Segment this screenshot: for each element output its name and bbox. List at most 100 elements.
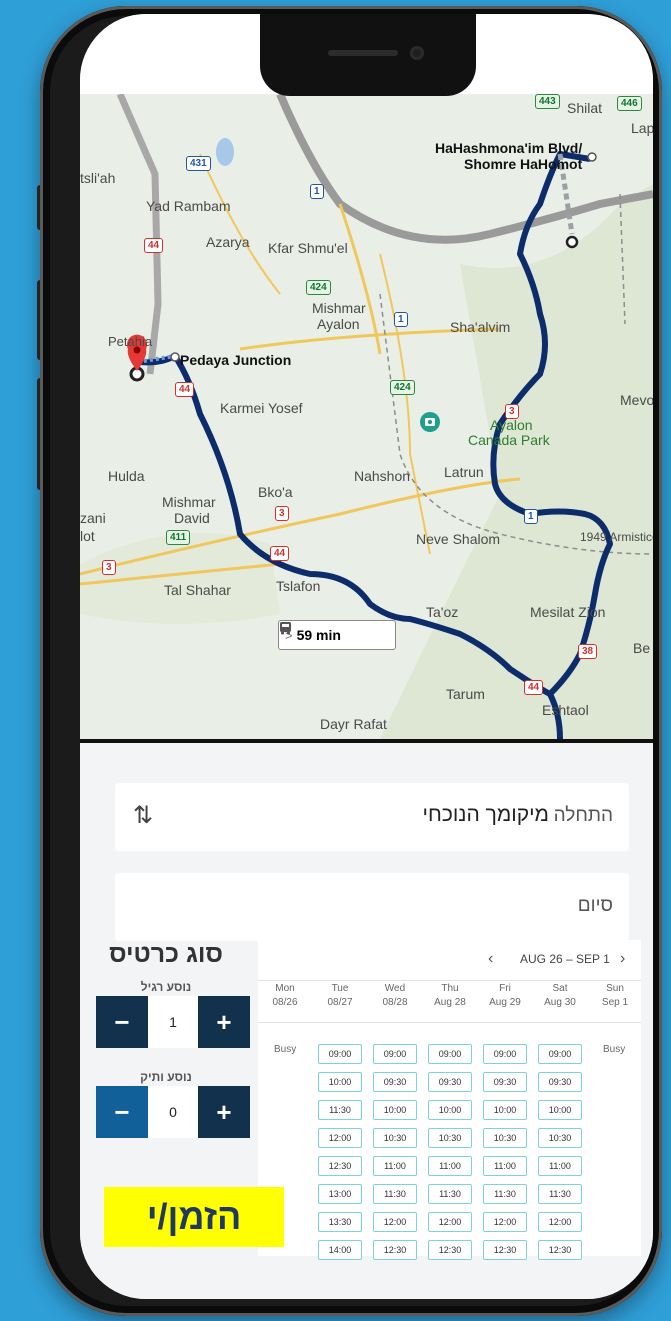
time-slot[interactable]: 09:00 [538, 1044, 582, 1064]
time-slot[interactable]: 09:00 [483, 1044, 527, 1064]
map-label-petahia: Petahia [108, 334, 153, 349]
notch [260, 14, 476, 96]
time-slot[interactable]: 11:00 [373, 1156, 417, 1176]
start-location-field[interactable]: ⇅ מיקומך הנוכחי התחלה [115, 783, 629, 851]
time-slot[interactable]: 10:30 [428, 1128, 472, 1148]
route-shield-411: 411 [166, 530, 191, 545]
time-slot[interactable]: 12:30 [318, 1156, 362, 1176]
map-label-tarum: Tarum [446, 686, 485, 702]
map-label-tsliah: tsli'ah [80, 170, 116, 186]
time-slot[interactable]: 10:30 [483, 1128, 527, 1148]
calendar-prev-button[interactable]: ‹ [488, 950, 493, 968]
time-slot[interactable]: 12:30 [373, 1240, 417, 1260]
regular-passenger-label: נוסע רגיל [140, 980, 192, 994]
map-label-shilat: Shilat [567, 100, 603, 116]
map-label-kfar-shmuel: Kfar Shmu'el [268, 240, 348, 256]
start-location-value: מיקומך הנוכחי [422, 803, 549, 826]
time-slot[interactable]: 10:30 [538, 1128, 582, 1148]
map-label-latrun: Latrun [444, 464, 484, 480]
time-slot[interactable]: 11:30 [318, 1100, 362, 1120]
ticket-type-title: סוג כרטיס [109, 940, 223, 968]
speaker [328, 50, 398, 56]
regular-passenger-stepper: − 1 + [96, 996, 250, 1048]
map-label-lap: Lap [631, 120, 653, 136]
time-slot[interactable]: 12:00 [483, 1212, 527, 1232]
senior-plus-button[interactable]: + [198, 1086, 250, 1138]
regular-minus-button[interactable]: − [96, 996, 148, 1048]
map-label-neve-shalom: Neve Shalom [416, 531, 501, 547]
time-slot[interactable]: 11:30 [428, 1184, 472, 1204]
senior-passenger-count[interactable]: 0 [148, 1086, 198, 1138]
route-shield-44-d: 44 [524, 680, 544, 695]
route-map[interactable]: 443 Shilat 446 Lap HaHashmona'im Blvd/ S… [80, 94, 653, 739]
time-slot[interactable]: 14:00 [318, 1240, 362, 1260]
time-slot[interactable]: 09:30 [538, 1072, 582, 1092]
regular-plus-button[interactable]: + [198, 996, 250, 1048]
route-shield-1-b: 1 [394, 312, 408, 327]
time-slot[interactable]: 11:30 [538, 1184, 582, 1204]
map-label-nahshon: Nahshon [354, 468, 411, 484]
map-label-mesilat-zion: Mesilat Zion [530, 604, 606, 620]
route-shield-424-b: 424 [390, 380, 415, 395]
time-slot[interactable]: 12:30 [428, 1240, 472, 1260]
time-slot[interactable]: 13:00 [318, 1184, 362, 1204]
swap-direction-icon[interactable]: ⇅ [133, 801, 153, 830]
route-shield-1-a: 1 [310, 184, 324, 199]
time-slot[interactable]: 13:30 [318, 1212, 362, 1232]
map-label-ayalon: Ayalon [490, 417, 533, 433]
trip-duration-badge[interactable]: > 59 min [278, 620, 396, 650]
time-slot[interactable]: 12:00 [373, 1212, 417, 1232]
time-slot[interactable]: 09:30 [428, 1072, 472, 1092]
time-slot[interactable]: 10:00 [483, 1100, 527, 1120]
route-shield-1-c: 1 [524, 509, 538, 524]
calendar-header: ‹ AUG 26 – SEP 1 › [258, 940, 641, 980]
day-header-sun: Sun Sep 1 [601, 983, 629, 1008]
time-slot[interactable]: 12:30 [538, 1240, 582, 1260]
route-shield-446: 446 [617, 96, 642, 111]
time-slot[interactable]: 11:00 [483, 1156, 527, 1176]
time-slot[interactable]: 10:00 [428, 1100, 472, 1120]
time-slot[interactable]: 11:00 [428, 1156, 472, 1176]
time-slot[interactable]: 12:00 [538, 1212, 582, 1232]
time-slot[interactable]: 09:30 [483, 1072, 527, 1092]
senior-passenger-label: נוסע ותיק [140, 1070, 192, 1084]
time-slot[interactable]: 09:00 [318, 1044, 362, 1064]
time-slot[interactable]: 09:00 [428, 1044, 472, 1064]
time-slot[interactable]: 11:30 [483, 1184, 527, 1204]
time-slot[interactable]: 10:00 [318, 1072, 362, 1092]
map-label-mishmar-ayalon-2: Ayalon [317, 316, 360, 332]
map-label-hulda: Hulda [108, 468, 145, 484]
map-label-taoz: Ta'oz [426, 604, 459, 620]
book-button[interactable]: הזמן/י [104, 1187, 284, 1247]
map-label-lot: lot [80, 528, 95, 544]
calendar-next-button[interactable]: › [620, 950, 625, 968]
busy-label-mon: Busy [274, 1044, 297, 1055]
time-slot[interactable]: 11:30 [373, 1184, 417, 1204]
busy-label-sun: Busy [603, 1044, 626, 1055]
time-slot[interactable]: 10:00 [373, 1100, 417, 1120]
route-shield-443: 443 [535, 94, 560, 109]
trip-duration: 59 min [296, 627, 341, 643]
regular-passenger-count[interactable]: 1 [148, 996, 198, 1048]
map-label-destination-line1: HaHashmona'im Blvd/ [435, 140, 583, 156]
route-shield-44-b: 44 [175, 382, 195, 397]
time-slot[interactable]: 12:00 [318, 1128, 362, 1148]
time-slot[interactable]: 09:00 [373, 1044, 417, 1064]
map-label-tal-shahar: Tal Shahar [164, 582, 231, 598]
time-slot[interactable]: 09:30 [373, 1072, 417, 1092]
time-slot[interactable]: 11:00 [538, 1156, 582, 1176]
time-slot[interactable]: 12:00 [428, 1212, 472, 1232]
map-label-shalvim: Sha'alvim [450, 319, 511, 335]
map-label-tslafon: Tslafon [276, 578, 321, 594]
time-slot[interactable]: 10:30 [373, 1128, 417, 1148]
camera-icon [410, 46, 424, 60]
day-header-thu: Thu Aug 28 [434, 983, 466, 1008]
time-slot[interactable]: 10:00 [538, 1100, 582, 1120]
end-location-field[interactable]: סיום [115, 873, 629, 941]
route-shield-44-a: 44 [144, 238, 164, 253]
day-header-fri: Fri Aug 29 [489, 983, 521, 1008]
senior-minus-button[interactable]: − [96, 1086, 148, 1138]
time-slot[interactable]: 12:30 [483, 1240, 527, 1260]
route-shield-3-b: 3 [275, 506, 289, 521]
map-label-canada-park: Canada Park [468, 432, 550, 448]
